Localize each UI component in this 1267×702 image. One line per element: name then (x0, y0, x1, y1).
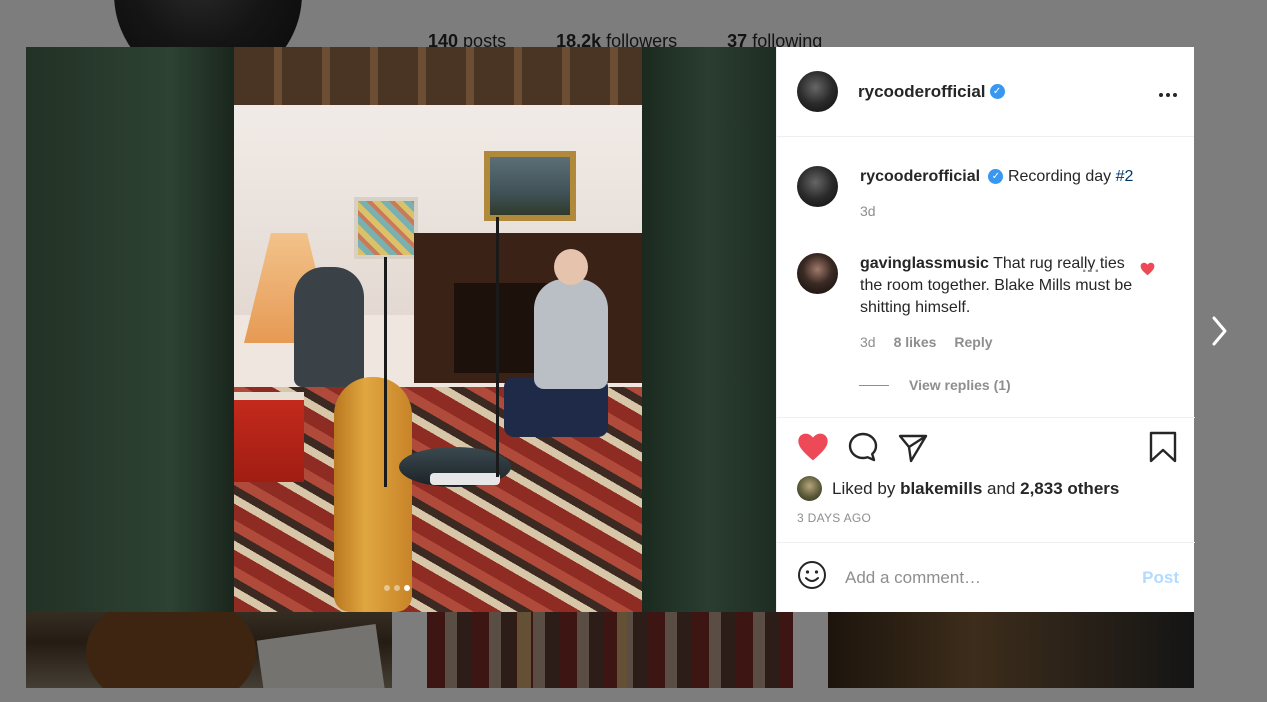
comment-like-button[interactable] (1140, 262, 1155, 280)
comment-button[interactable] (847, 431, 879, 468)
carousel-dot (384, 585, 390, 591)
caption-hashtag[interactable]: #2 (1116, 168, 1134, 185)
photo-doorframe-right (642, 47, 776, 612)
liked-by: Liked by blakemills and 2,833 others (797, 476, 1177, 501)
photo-stool-logo (430, 473, 500, 485)
liked-by-prefix: Liked by (832, 478, 896, 498)
photo-room-scene (234, 47, 642, 612)
share-icon (898, 434, 928, 462)
action-icon-row (797, 431, 1177, 468)
comment-icon (848, 432, 878, 461)
caption-text: Recording day (1007, 168, 1116, 185)
verified-icon: ✓ (988, 169, 1004, 185)
view-replies-button[interactable]: View replies (1) (859, 377, 1011, 393)
carousel-indicator (384, 585, 410, 591)
photo-doorframe-left (26, 47, 234, 612)
verified-icon: ✓ (989, 84, 1005, 99)
more-icon (1159, 92, 1177, 97)
likes-others[interactable]: 2,833 others (1020, 479, 1119, 499)
heart-icon (798, 433, 828, 460)
caption-body: rycooderofficial ✓ Recording day #2 3d (860, 166, 1142, 222)
comment-likes[interactable]: 8 likes (894, 331, 937, 353)
photo-ceiling (234, 47, 642, 105)
post-comment-button[interactable]: Post (1142, 568, 1179, 588)
post-modal: rycooderofficial ✓ rycooderofficial ✓ Re… (26, 47, 1195, 612)
photo-person-right (534, 249, 608, 389)
carousel-dot-active (404, 585, 410, 591)
reply-button[interactable]: Reply (954, 331, 992, 353)
comment-time[interactable]: 3d (860, 331, 876, 353)
liker-username[interactable]: blakemills (900, 479, 982, 499)
more-options-button[interactable] (1158, 86, 1178, 98)
next-post-button[interactable] (1206, 314, 1232, 348)
caption-avatar[interactable] (797, 166, 838, 207)
comment-meta: 3d 8 likes Reply (860, 331, 1142, 353)
comment-options-icon[interactable]: ··· (1082, 263, 1101, 281)
post-sidebar: rycooderofficial ✓ rycooderofficial ✓ Re… (776, 47, 1195, 612)
add-comment-bar: Post (777, 542, 1195, 612)
caption-time[interactable]: 3d (860, 200, 876, 222)
author-username[interactable]: rycooderofficial (858, 82, 986, 102)
heart-icon (1140, 262, 1155, 276)
photo-painting (484, 151, 576, 221)
caption-meta: 3d (860, 200, 1142, 222)
photo-stained-window (354, 197, 418, 259)
commenter-username[interactable]: gavinglassmusic (860, 255, 989, 272)
photo-mic-stand (384, 257, 387, 487)
emoji-icon (798, 561, 826, 589)
view-replies-label: View replies (1) (909, 377, 1011, 393)
carousel-dot (394, 585, 400, 591)
chevron-right-icon (1212, 316, 1227, 346)
caption: rycooderofficial ✓ Recording day #2 3d (797, 166, 1175, 222)
photo-snare-drum (234, 392, 304, 482)
comments-list: rycooderofficial ✓ Recording day #2 3d g… (777, 137, 1194, 417)
emoji-button[interactable] (797, 560, 827, 595)
photo-mic-stand (496, 217, 499, 477)
author-name-row: rycooderofficial ✓ (858, 82, 1158, 102)
liked-by-joiner: and (987, 478, 1016, 498)
photo-person-left (294, 267, 364, 387)
author-avatar[interactable] (797, 71, 838, 112)
comment-input[interactable] (845, 567, 1143, 588)
divider (859, 384, 889, 386)
like-button[interactable] (797, 432, 829, 467)
caption-username[interactable]: rycooderofficial (860, 168, 980, 185)
share-button[interactable] (897, 431, 929, 468)
post-header: rycooderofficial ✓ (777, 47, 1194, 137)
bookmark-icon (1149, 431, 1177, 462)
liker-avatar[interactable] (797, 476, 822, 501)
post-photo[interactable] (26, 47, 776, 612)
photo-conga-drum (334, 377, 412, 612)
comment-item: gavinglassmusic That rug really ties the… (797, 253, 1175, 353)
post-actions: Liked by blakemills and 2,833 others 3 D… (777, 417, 1195, 542)
post-timestamp[interactable]: 3 DAYS AGO (797, 511, 1177, 525)
save-button[interactable] (1149, 431, 1177, 468)
commenter-avatar[interactable] (797, 253, 838, 294)
